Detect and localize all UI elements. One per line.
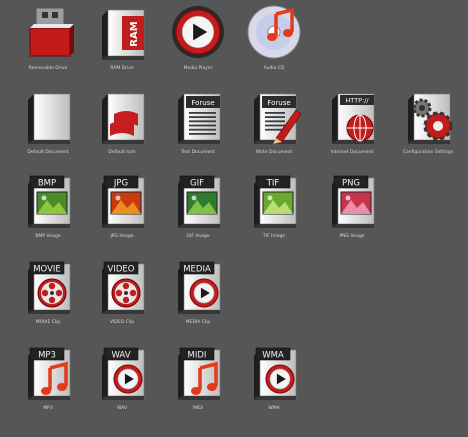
gif-image-icon: GIF: [170, 172, 226, 228]
icon-tile[interactable]: VIDEO VIDEO Clip: [86, 258, 158, 334]
png-image-icon: PNG: [324, 172, 380, 228]
svg-text:WAV: WAV: [111, 350, 130, 360]
icon-caption: MIDI: [192, 406, 203, 411]
icon-tile[interactable]: Media Player: [162, 4, 234, 80]
icon-tile[interactable]: Default Icon: [86, 88, 158, 164]
icon-tile[interactable]: WAV WAV: [86, 344, 158, 420]
icon-tile[interactable]: WMA WMA: [238, 344, 310, 420]
tif-image-icon: TIF: [246, 172, 302, 228]
wav-icon: WAV: [94, 344, 150, 400]
icon-tile[interactable]: Foruse Text Document: [162, 88, 234, 164]
icon-tile[interactable]: BMP BMP Image: [12, 172, 84, 248]
icon-caption: VIDEO Clip: [109, 320, 135, 325]
icon-tile[interactable]: MP3 MP3: [12, 344, 84, 420]
wma-icon: WMA: [246, 344, 302, 400]
icon-tile[interactable]: GIF GIF Image: [162, 172, 234, 248]
icon-caption: Default Icon: [108, 150, 136, 155]
internet-document-icon: HTTP://: [324, 88, 380, 144]
icon-tile[interactable]: MOVIE MOVIE Clip: [12, 258, 84, 334]
usb-drive-icon: [20, 4, 76, 60]
icon-caption: Internet Document: [330, 150, 374, 155]
svg-text:JPG: JPG: [113, 178, 128, 188]
media-clip-icon: MEDIA: [170, 258, 226, 314]
icon-tile[interactable]: RAM RAM Drive: [86, 4, 158, 80]
icon-caption: MEDIA Clip: [185, 320, 211, 325]
midi-icon: MIDI: [170, 344, 226, 400]
text-document-icon: Foruse: [170, 88, 226, 144]
svg-text:RAM: RAM: [129, 21, 140, 46]
media-player-icon: [170, 4, 226, 60]
icon-caption: WAV: [116, 406, 128, 411]
jpg-image-icon: JPG: [94, 172, 150, 228]
bmp-image-icon: BMP: [20, 172, 76, 228]
svg-text:HTTP://: HTTP://: [345, 97, 369, 105]
icon-caption: Text Document: [181, 150, 215, 155]
icon-tile[interactable]: Default Document: [12, 88, 84, 164]
write-document-icon: Foruse: [246, 88, 302, 144]
icon-caption: Audio CD: [263, 66, 285, 71]
icon-caption: TIF Image: [262, 234, 286, 239]
icon-tile[interactable]: JPG JPG Image: [86, 172, 158, 248]
svg-text:MEDIA: MEDIA: [183, 264, 211, 274]
icon-tile[interactable]: Foruse Write Document: [238, 88, 310, 164]
icon-tile[interactable]: PNG PNG Image: [316, 172, 388, 248]
icon-caption: MOVIE Clip: [35, 320, 61, 325]
svg-text:WMA: WMA: [262, 350, 284, 360]
icon-tile[interactable]: Configuration Settings: [392, 88, 464, 164]
movie-clip-icon: MOVIE: [20, 258, 76, 314]
icon-tile[interactable]: TIF TIF Image: [238, 172, 310, 248]
svg-text:PNG: PNG: [342, 178, 360, 188]
svg-text:MOVIE: MOVIE: [33, 264, 61, 274]
icon-caption: Removable Drive: [28, 66, 68, 71]
icon-caption: BMP Image: [35, 234, 61, 239]
icon-tile[interactable]: Audio CD: [238, 4, 310, 80]
mp3-icon: MP3: [20, 344, 76, 400]
svg-text:Foruse: Foruse: [191, 99, 214, 107]
icon-caption: WMA: [268, 406, 280, 411]
icon-caption: Write Document: [255, 150, 293, 155]
icon-caption: Default Document: [27, 150, 69, 155]
audio-cd-icon: [246, 4, 302, 60]
icon-tile[interactable]: HTTP:// Internet Document: [316, 88, 388, 164]
svg-text:MP3: MP3: [38, 350, 56, 360]
ram-drive-icon: RAM: [94, 4, 150, 60]
svg-text:BMP: BMP: [38, 178, 56, 188]
icon-caption: Configuration Settings: [402, 150, 454, 155]
svg-text:Foruse: Foruse: [267, 99, 290, 107]
gears-icon: [400, 88, 456, 144]
icon-tile[interactable]: Removable Drive: [12, 4, 84, 80]
svg-text:TIF: TIF: [266, 178, 280, 188]
icon-caption: RAM Drive: [110, 66, 134, 71]
icon-caption: MP3: [43, 406, 53, 411]
icon-caption: JPG Image: [110, 234, 134, 239]
icon-caption: Media Player: [183, 66, 213, 71]
windows-flag-icon: [94, 88, 150, 144]
document-icon: [20, 88, 76, 144]
icon-caption: GIF Image: [186, 234, 210, 239]
svg-text:GIF: GIF: [190, 178, 204, 188]
icon-tile[interactable]: MEDIA MEDIA Clip: [162, 258, 234, 334]
icon-caption: PNG Image: [339, 234, 365, 239]
video-clip-icon: VIDEO: [94, 258, 150, 314]
svg-text:MIDI: MIDI: [188, 350, 207, 360]
icon-tile[interactable]: MIDI MIDI: [162, 344, 234, 420]
svg-text:VIDEO: VIDEO: [108, 264, 135, 274]
